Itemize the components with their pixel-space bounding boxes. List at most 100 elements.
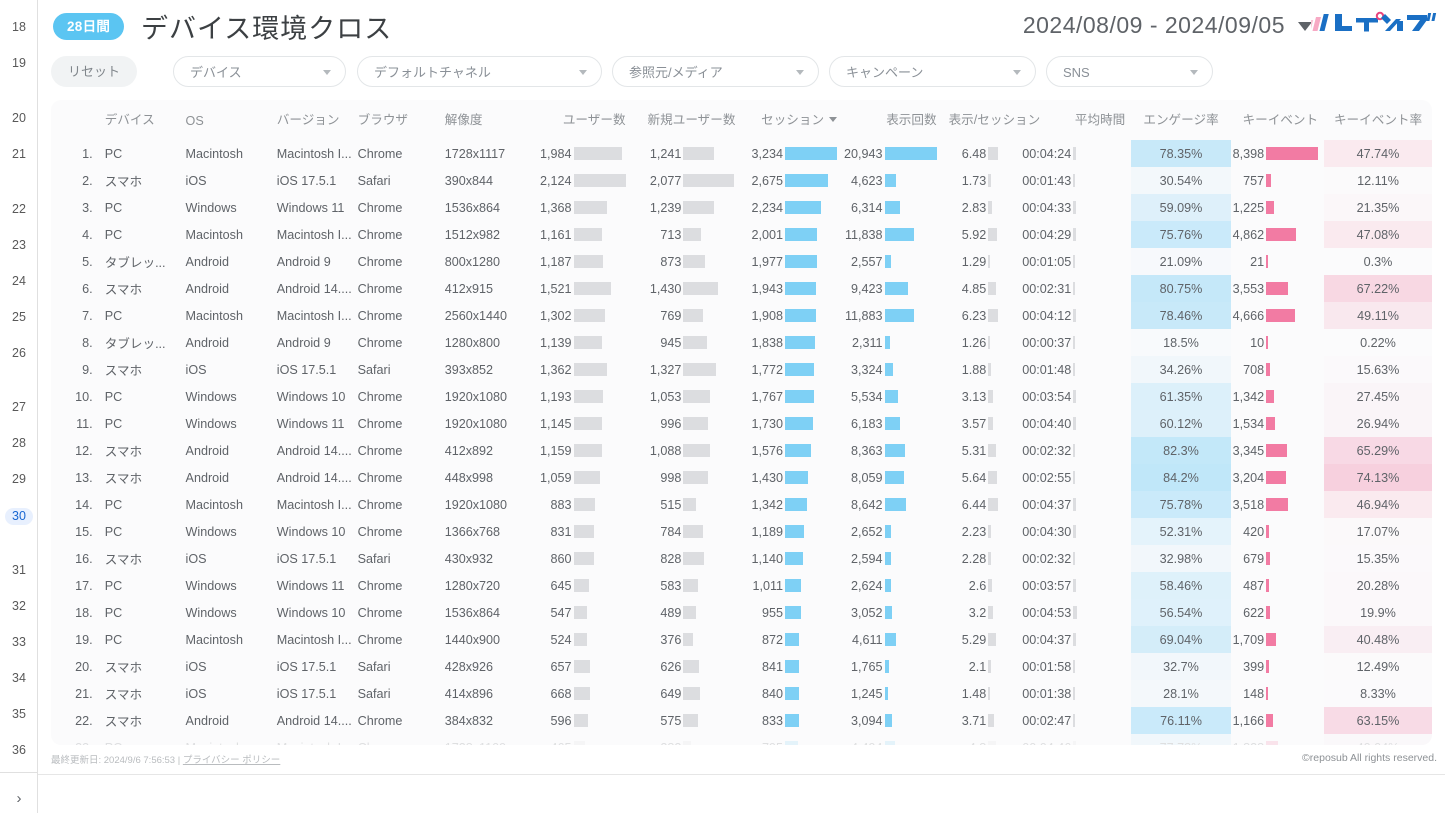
table-row[interactable]: 1.PCMacintoshMacintosh I...Chrome1728x11… bbox=[51, 140, 1432, 167]
table-row[interactable]: 15.PCWindowsWindows 10Chrome1366x7688317… bbox=[51, 518, 1432, 545]
table-row[interactable]: 21.スマホiOSiOS 17.5.1Safari414x89666864984… bbox=[51, 680, 1432, 707]
cell-browser: Chrome bbox=[352, 140, 439, 167]
column-header-keyevent[interactable]: キーイベント bbox=[1231, 100, 1324, 140]
column-header-browser[interactable]: ブラウザ bbox=[352, 100, 439, 140]
column-header-engage[interactable]: エンゲージ率 bbox=[1131, 100, 1231, 140]
table-row[interactable]: 19.PCMacintoshMacintosh I...Chrome1440x9… bbox=[51, 626, 1432, 653]
gutter-row-number[interactable]: 30 bbox=[0, 508, 38, 525]
table-row[interactable]: 3.PCWindowsWindows 11Chrome1536x8641,368… bbox=[51, 194, 1432, 221]
gutter-row-number[interactable]: 20 bbox=[0, 111, 38, 125]
table-row[interactable]: 4.PCMacintoshMacintosh I...Chrome1512x98… bbox=[51, 221, 1432, 248]
cell-keyevent: 679 bbox=[1231, 545, 1324, 572]
cell-value-with-bar: 420 bbox=[1237, 525, 1318, 539]
table-row[interactable]: 22.スマホAndroidAndroid 14....Chrome384x832… bbox=[51, 707, 1432, 734]
table-row[interactable]: 5.タブレッ...AndroidAndroid 9Chrome800x12801… bbox=[51, 248, 1432, 275]
table-row[interactable]: 10.PCWindowsWindows 10Chrome1920x10801,1… bbox=[51, 383, 1432, 410]
filter-select-2[interactable]: デフォルトチャネル bbox=[357, 56, 602, 87]
column-header-resolution[interactable]: 解像度 bbox=[439, 100, 534, 140]
gutter-row-number[interactable]: 32 bbox=[0, 599, 38, 613]
filter-select-5[interactable]: SNS bbox=[1046, 56, 1213, 87]
expand-chevron-icon[interactable]: › bbox=[0, 790, 38, 807]
table-row[interactable]: 2.スマホiOSiOS 17.5.1Safari390x8442,1242,07… bbox=[51, 167, 1432, 194]
filter-select-4[interactable]: キャンペーン bbox=[829, 56, 1036, 87]
cell-value-with-bar: 4,862 bbox=[1237, 228, 1318, 242]
gutter-row-number[interactable]: 22 bbox=[0, 202, 38, 216]
cell-bar-track bbox=[785, 687, 837, 700]
reset-button[interactable]: リセット bbox=[51, 56, 137, 87]
table-row[interactable]: 7.PCMacintoshMacintosh I...Chrome2560x14… bbox=[51, 302, 1432, 329]
gutter-row-number-label: 32 bbox=[12, 599, 26, 613]
gutter-row-number[interactable]: 27 bbox=[0, 400, 38, 414]
table-row[interactable]: 23.PCMacintoshMacintosh I...Chrome1728x1… bbox=[51, 734, 1432, 745]
column-header-rank[interactable] bbox=[51, 100, 99, 140]
filter-select-3[interactable]: 参照元/メディア bbox=[612, 56, 819, 87]
table-row[interactable]: 16.スマホiOSiOS 17.5.1Safari430x9328608281,… bbox=[51, 545, 1432, 572]
sort-descending-icon[interactable] bbox=[829, 117, 837, 122]
cell-value-with-bar: 10 bbox=[1237, 336, 1318, 350]
gutter-row-number[interactable]: 23 bbox=[0, 238, 38, 252]
column-header-views[interactable]: 表示回数 bbox=[843, 100, 943, 140]
gutter-row-number[interactable]: 25 bbox=[0, 310, 38, 324]
cell-bar-track bbox=[785, 390, 837, 403]
cell-users: 1,059 bbox=[534, 464, 631, 491]
column-header-device[interactable]: デバイス bbox=[99, 100, 180, 140]
cell-value-with-bar: 5,534 bbox=[849, 390, 937, 404]
cell-os: Windows bbox=[180, 194, 271, 221]
gutter-row-number[interactable]: 28 bbox=[0, 436, 38, 450]
gutter-row-number[interactable]: 19 bbox=[0, 56, 38, 70]
cell-bar-track bbox=[683, 714, 735, 727]
cell-resolution: 414x896 bbox=[439, 680, 534, 707]
gutter-row-number[interactable]: 21 bbox=[0, 147, 38, 161]
cell-value-with-bar: 1.26 bbox=[949, 336, 1041, 350]
cell-bar-track bbox=[785, 714, 837, 727]
chevron-down-icon[interactable] bbox=[1013, 70, 1021, 75]
cell-bar-fill bbox=[683, 147, 713, 160]
table-row[interactable]: 9.スマホiOSiOS 17.5.1Safari393x8521,3621,32… bbox=[51, 356, 1432, 383]
table-row[interactable]: 11.PCWindowsWindows 11Chrome1920x10801,1… bbox=[51, 410, 1432, 437]
chevron-down-icon[interactable] bbox=[323, 70, 331, 75]
gutter-row-number[interactable]: 18 bbox=[0, 20, 38, 34]
cell-users: 645 bbox=[534, 572, 631, 599]
chevron-down-icon[interactable] bbox=[796, 70, 804, 75]
column-header-avgtime[interactable]: 平均時間 bbox=[1046, 100, 1131, 140]
column-header-vps[interactable]: 表示/セッション bbox=[943, 100, 1047, 140]
privacy-policy-link[interactable]: プライバシー ポリシー bbox=[183, 755, 280, 766]
gutter-row-number[interactable]: 24 bbox=[0, 274, 38, 288]
gutter-row-number[interactable]: 31 bbox=[0, 563, 38, 577]
cell-value-with-bar: 626 bbox=[638, 660, 736, 674]
gutter-row-number[interactable]: 26 bbox=[0, 346, 38, 360]
column-header-os[interactable]: OS bbox=[180, 100, 271, 140]
table-row[interactable]: 13.スマホAndroidAndroid 14....Chrome448x998… bbox=[51, 464, 1432, 491]
table-row[interactable]: 20.スマホiOSiOS 17.5.1Safari428x92665762684… bbox=[51, 653, 1432, 680]
cell-browser: Chrome bbox=[352, 464, 439, 491]
cell-keyrate: 8.33% bbox=[1324, 680, 1432, 707]
gutter-row-number[interactable]: 35 bbox=[0, 707, 38, 721]
cell-value-with-bar: 1,342 bbox=[747, 498, 837, 512]
column-header-sessions[interactable]: セッション bbox=[741, 100, 843, 140]
cell-value: 2.23 bbox=[962, 525, 989, 539]
gutter-row-number[interactable]: 34 bbox=[0, 671, 38, 685]
table-row[interactable]: 14.PCMacintoshMacintosh I...Chrome1920x1… bbox=[51, 491, 1432, 518]
chevron-down-icon[interactable] bbox=[579, 70, 587, 75]
cell-value: 1,772 bbox=[752, 363, 786, 377]
gutter-row-number-label: 26 bbox=[12, 346, 26, 360]
cell-vps: 3.13 bbox=[943, 383, 1047, 410]
column-header-newusers[interactable]: 新規ユーザー数 bbox=[632, 100, 742, 140]
table-row[interactable]: 12.スマホAndroidAndroid 14....Chrome412x892… bbox=[51, 437, 1432, 464]
table-row[interactable]: 18.PCWindowsWindows 10Chrome1536x8645474… bbox=[51, 599, 1432, 626]
column-header-keyrate[interactable]: キーイベント率 bbox=[1324, 100, 1432, 140]
table-row[interactable]: 17.PCWindowsWindows 11Chrome1280x7206455… bbox=[51, 572, 1432, 599]
cell-os: Android bbox=[180, 248, 271, 275]
date-range-label[interactable]: 2024/08/09 - 2024/09/05 bbox=[1023, 12, 1285, 39]
table-row[interactable]: 6.スマホAndroidAndroid 14....Chrome412x9151… bbox=[51, 275, 1432, 302]
table-row[interactable]: 8.タブレッ...AndroidAndroid 9Chrome1280x8001… bbox=[51, 329, 1432, 356]
gutter-row-number[interactable]: 29 bbox=[0, 472, 38, 486]
date-range-chevron-down-icon[interactable] bbox=[1298, 22, 1312, 31]
column-header-version[interactable]: バージョン bbox=[271, 100, 352, 140]
gutter-row-number[interactable]: 33 bbox=[0, 635, 38, 649]
cell-bar-track bbox=[683, 525, 735, 538]
gutter-row-number[interactable]: 36 bbox=[0, 743, 38, 757]
chevron-down-icon[interactable] bbox=[1190, 70, 1198, 75]
column-header-users[interactable]: ユーザー数 bbox=[534, 100, 631, 140]
filter-select-1[interactable]: デバイス bbox=[173, 56, 346, 87]
